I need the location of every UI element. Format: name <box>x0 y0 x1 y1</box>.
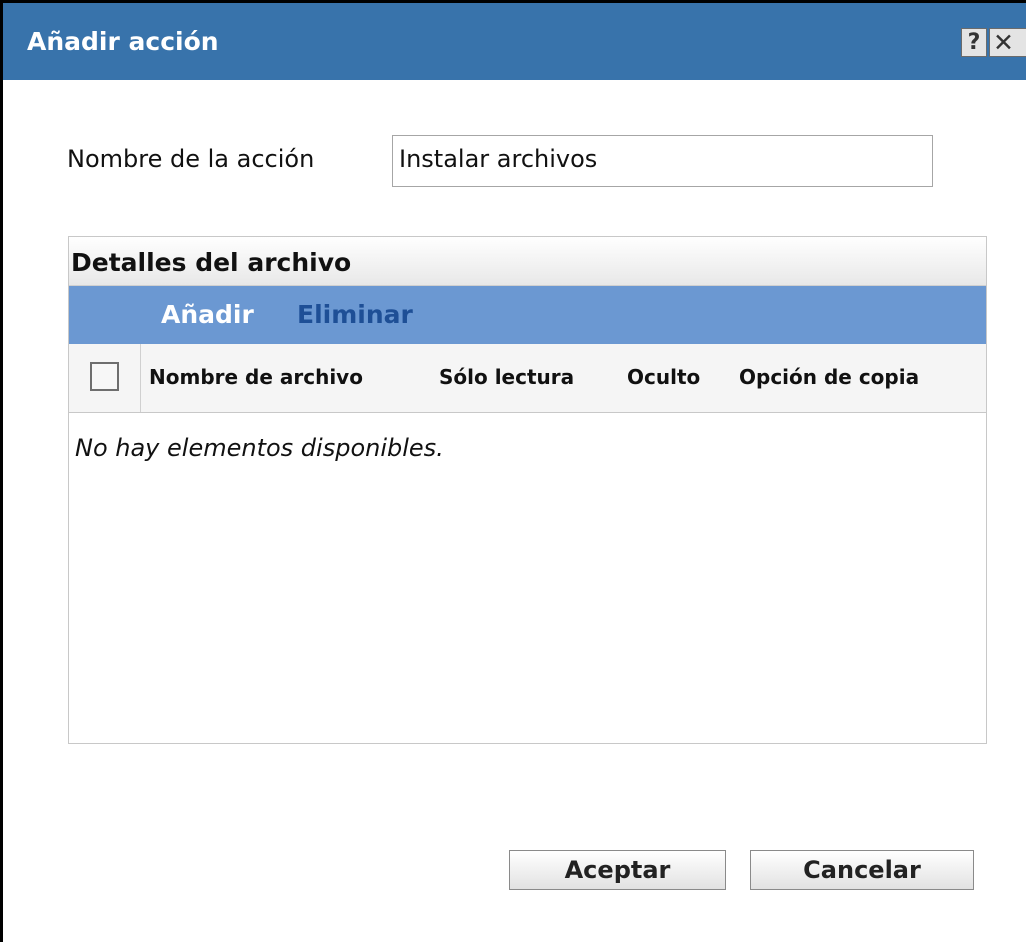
empty-table-message: No hay elementos disponibles. <box>75 434 444 462</box>
file-details-title: Detalles del archivo <box>71 248 352 277</box>
column-header-file-name[interactable]: Nombre de archivo <box>149 361 363 393</box>
file-details-header: Detalles del archivo <box>69 237 986 286</box>
ok-button[interactable]: Aceptar <box>509 850 726 890</box>
file-details-panel: Detalles del archivo Añadir Eliminar Nom… <box>68 236 987 744</box>
column-header-copy-option[interactable]: Opción de copia <box>739 361 919 393</box>
close-button[interactable]: ✕ <box>989 28 1026 57</box>
column-header-read-only[interactable]: Sólo lectura <box>439 361 574 393</box>
cancel-button[interactable]: Cancelar <box>750 850 974 890</box>
column-header-hidden[interactable]: Oculto <box>627 361 700 393</box>
help-button[interactable]: ? <box>961 28 987 57</box>
file-table-header: Nombre de archivo Sólo lectura Oculto Op… <box>69 344 986 413</box>
action-name-input[interactable] <box>392 135 933 187</box>
add-file-link[interactable]: Añadir <box>161 298 254 332</box>
select-all-checkbox[interactable] <box>90 362 119 391</box>
file-details-toolbar: Añadir Eliminar <box>69 286 986 344</box>
dialog-titlebar: Añadir acción ? ✕ <box>3 0 1026 80</box>
select-all-cell <box>69 344 141 412</box>
add-action-dialog: Añadir acción ? ✕ Nombre de la acción De… <box>0 0 1026 942</box>
remove-file-link[interactable]: Eliminar <box>297 298 413 332</box>
action-name-label: Nombre de la acción <box>67 145 315 173</box>
dialog-title: Añadir acción <box>27 27 219 56</box>
